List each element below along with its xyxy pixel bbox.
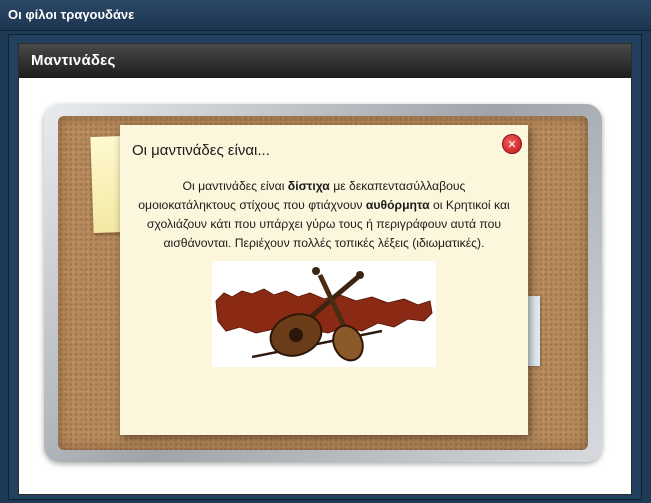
close-icon: ✕ — [507, 138, 517, 151]
window-title-bar: Οι φίλοι τραγουδάνε — [0, 0, 651, 31]
text-bold-distich: δίστιχα — [287, 179, 330, 193]
instruments-image — [212, 261, 436, 367]
panel-header: Μαντινάδες — [19, 44, 631, 78]
panel-heading: Μαντινάδες — [31, 52, 116, 69]
close-button[interactable]: ✕ — [502, 134, 522, 154]
info-popup: Οι μαντινάδες είναι... ✕ Οι μαντινάδες ε… — [120, 125, 528, 435]
crete-map — [215, 288, 433, 336]
text-bold-spontaneous: αυθόρμητα — [365, 198, 430, 212]
text-part: Οι μαντινάδες είναι — [182, 179, 288, 193]
popup-title: Οι μαντινάδες είναι... — [132, 142, 270, 159]
window-title: Οι φίλοι τραγουδάνε — [8, 7, 135, 22]
popup-description: Οι μαντινάδες είναι δίστιχα με δεκαπεντα… — [134, 177, 514, 253]
